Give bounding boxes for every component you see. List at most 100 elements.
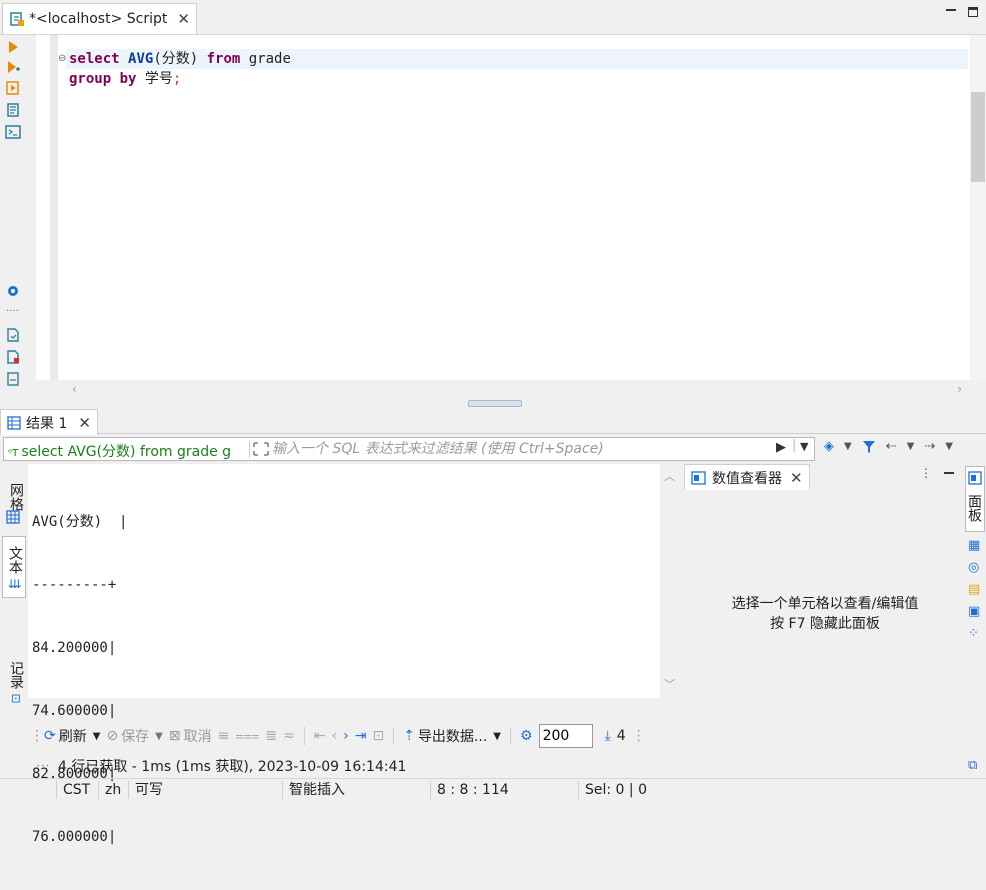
edit-row-icon[interactable]: ≡ [218,728,230,744]
text-vertical-scrollbar[interactable]: ︿ ﹀ [660,464,678,698]
apply-filter-icon[interactable]: ▶ [776,440,786,455]
filter-input[interactable] [272,440,772,458]
minimize-button[interactable] [944,472,954,474]
more-dots: .... [6,303,19,314]
table-icon [7,415,21,430]
locale[interactable]: zh [98,781,126,799]
save-script-icon[interactable] [5,371,21,387]
cancel-button[interactable]: ⊠ 取消 [169,726,212,746]
filter-bar: ᵒT select AVG(分数) from grade g ▶ | ▼ ◈ ▼… [0,435,986,463]
filter-icon[interactable] [862,440,876,454]
copy-row-icon[interactable]: ≣ [265,728,277,744]
minimize-button[interactable] [946,5,960,19]
settings-icon[interactable]: ⚙ [520,728,533,744]
close-icon[interactable]: ✕ [177,10,190,28]
chevron-down-icon[interactable]: ▼ [945,441,953,452]
close-icon[interactable]: ✕ [790,469,803,487]
chevron-down-icon[interactable]: ▼ [493,731,501,742]
scroll-right-icon[interactable]: › [957,382,962,396]
grouping-icon[interactable]: ⁘ [968,626,979,641]
maximize-button[interactable] [968,7,982,21]
grid-icon[interactable] [6,510,20,524]
settings-icon[interactable] [5,283,21,299]
fetch-all-icon[interactable]: ⊡ [372,728,384,744]
expand-icon[interactable] [253,442,269,456]
refresh-button[interactable]: ⟳ 刷新 [44,726,87,746]
back-icon[interactable]: ⇠ [886,439,897,454]
status-bar: CST zh 可写 智能插入 8 : 8 : 114 Sel: 0 | 0 [0,778,986,799]
chevron-down-icon[interactable]: ▼ [907,441,915,452]
save-button[interactable]: ⊘ 保存 [106,726,149,746]
more-dots: ⋯ [36,758,50,774]
console-icon[interactable] [5,124,21,140]
cancel-icon: ⊠ [168,728,181,744]
tab-script[interactable]: *<localhost> Script ✕ [2,3,197,34]
run-statement-icon[interactable] [5,39,21,55]
sql-keyword: from [206,51,241,67]
first-page-icon[interactable]: ⇤ [314,728,326,744]
scrollbar-thumb[interactable] [971,92,985,182]
viewer-hint-line: 按 F7 隐藏此面板 [770,616,880,632]
scroll-left-icon[interactable]: ‹ [72,382,77,396]
viewer-hint: 选择一个单元格以查看/编辑值 按 F7 隐藏此面板 [684,594,966,634]
code-token: (分数) [153,51,207,67]
tab-value-viewer[interactable]: 数值查看器 ✕ [684,464,810,490]
insert-mode: 智能插入 [282,781,428,799]
export-data-button[interactable]: ⇡ 导出数据... [403,726,487,746]
editor-vertical-scrollbar[interactable] [970,35,986,380]
eraser-icon[interactable]: ◈ [824,439,834,454]
row-count: 4 [616,728,626,744]
filter-history-icon[interactable]: ▼ [800,440,808,453]
chevron-down-icon[interactable]: ▼ [93,731,101,742]
tab-record-label: 记录 [8,660,24,689]
next-page-icon[interactable]: › [343,728,349,744]
fetch-status: ⋯ 4 行已获取 - 1ms (1ms 获取), 2023-10-09 16:1… [36,756,406,776]
previous-page-icon[interactable]: ‹ [332,728,338,744]
code-token: 学号 [136,71,173,87]
references-icon[interactable]: ◎ [968,560,979,575]
code-area[interactable]: select AVG(分数) from grade group by 学号; [66,49,968,89]
tab-results[interactable]: 结果 1 ✕ [0,409,98,435]
editor-horizontal-scrollbar[interactable]: ‹ › [66,380,968,398]
refresh-icon: ⟳ [44,728,56,744]
chevron-down-icon[interactable]: ▼ [155,731,163,742]
view-menu-icon[interactable]: ⋮ [920,466,932,480]
row-count-icon[interactable]: ⤓ [605,728,611,744]
new-script-icon[interactable] [5,327,21,343]
close-icon[interactable]: ✕ [78,414,91,432]
divider [303,727,305,745]
last-page-icon[interactable]: ⇥ [355,728,367,744]
tab-text[interactable]: 文本 ⇶ [2,536,26,598]
sql-editor[interactable]: ⊖ select AVG(分数) from grade group by 学号; [36,35,986,380]
forward-icon[interactable]: ⇢ [924,439,935,454]
run-script-icon[interactable] [5,80,21,96]
explain-plan-icon[interactable] [5,102,21,118]
scroll-up-icon[interactable]: ︿ [664,468,675,484]
record-icon: ⊡ [9,693,23,704]
text-icon: ⇶ [8,578,22,589]
run-statement-new-tab-icon[interactable] [5,59,21,75]
tab-panels-label: 面板 [966,494,982,522]
delete-row-icon[interactable]: ≂ [283,728,295,744]
chevron-down-icon[interactable]: ▼ [844,441,852,452]
tab-panels[interactable]: 面板 [965,466,985,532]
open-script-icon[interactable] [5,349,21,365]
tab-script-label: *<localhost> Script [29,11,168,27]
result-text: AVG(分数) | ---------+ 84.200000| 74.60000… [32,470,127,890]
tab-record[interactable]: 记录 ⊡ [2,656,26,708]
query-text[interactable]: ᵒT select AVG(分数) from grade g [8,441,246,461]
value-panel-icon[interactable]: ▣ [968,604,980,619]
fetch-size-input[interactable] [538,724,593,748]
results-toolbar: ⋮ ⟳ 刷新 ▼ ⊘ 保存 ▼ ⊠ 取消 ≡ ⩶ ≣ ≂ ⇤ ‹ › ⇥ ⊡ ⇡… [30,722,986,750]
text-output-panel[interactable]: AVG(分数) | ---------+ 84.200000| 74.60000… [28,464,660,845]
panel-toggle-icon[interactable]: ⧉ [968,758,977,773]
splitter-handle[interactable] [468,400,522,407]
metadata-icon[interactable]: ▤ [968,582,980,597]
panel-splitter[interactable] [0,398,986,408]
scroll-down-icon[interactable]: ﹀ [664,676,675,692]
grid-panel-icon[interactable]: ▦ [968,538,980,553]
add-row-icon[interactable]: ⩶ [235,728,259,744]
tab-results-label: 结果 1 [26,415,68,432]
